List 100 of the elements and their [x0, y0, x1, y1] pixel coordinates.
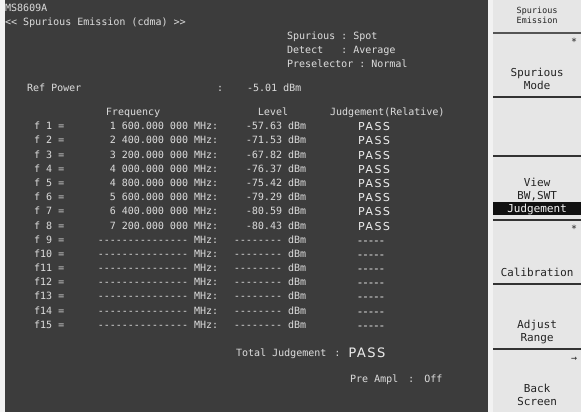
level-cell-text: -76.37 — [244, 162, 283, 177]
judgement-cell-text: ----- — [357, 262, 386, 276]
row-label: f11 = — [34, 262, 66, 276]
level-cell-text: -80.59 — [244, 205, 283, 220]
unit-cell-text: MHz: — [194, 304, 220, 319]
frequency-cell-text: 4 000.000 000 — [108, 162, 189, 177]
level-cell-text: -79.29 — [244, 191, 283, 206]
unit-cell-text: dBm — [288, 304, 308, 319]
level-cell-text: -57.63 — [244, 120, 283, 134]
unit-cell-text: dBm — [288, 234, 308, 248]
model-name: MS8609A — [5, 2, 48, 16]
frequency-cell-text: 3 200.000 000 — [108, 148, 189, 163]
row-label: f 9 = — [34, 234, 66, 248]
judgement-cell-text: PASS — [357, 176, 392, 191]
row-label: f13 = — [34, 290, 66, 304]
unit-cell-text: MHz: — [194, 162, 220, 177]
judgement-cell-text: PASS — [357, 191, 392, 206]
level-cell-text: -------- — [232, 304, 283, 319]
unit-cell-text: dBm — [288, 248, 308, 262]
level-cell-text: -75.42 — [244, 176, 283, 191]
unit-cell-text: dBm — [288, 134, 308, 148]
judgement-cell-text: ----- — [357, 304, 386, 319]
level-cell-text: -------- — [232, 318, 283, 333]
pre-ampl-value: Off — [424, 372, 442, 387]
judgement-cell-text: ----- — [357, 290, 386, 304]
judgement-cell-text: PASS — [357, 134, 392, 148]
ref-power-label: Ref Power — [27, 82, 82, 96]
unit-cell-text: dBm — [288, 276, 308, 290]
judgement-cell-text: PASS — [357, 205, 392, 220]
unit-cell-text: MHz: — [194, 205, 220, 220]
frequency-cell-text: 1 600.000 000 — [108, 120, 189, 134]
level-cell-text: -------- — [232, 262, 283, 276]
unit-cell-text: dBm — [288, 220, 308, 234]
unit-cell-text: dBm — [288, 205, 308, 220]
total-judgement-label: Total Judgement — [236, 346, 326, 361]
frequency-cell-text: 4 800.000 000 — [108, 176, 189, 191]
row-label: f 6 = — [34, 191, 66, 206]
unit-cell-text: MHz: — [194, 290, 220, 304]
frequency-cell-text: --------------- — [96, 276, 189, 290]
unit-cell-text: MHz: — [194, 176, 220, 191]
column-header: Frequency — [104, 106, 162, 120]
row-label: f 2 = — [34, 134, 66, 148]
separator: : — [334, 346, 340, 361]
judgement-cell-text: ----- — [357, 276, 386, 290]
setting-line: Spurious : Spot — [287, 30, 378, 44]
judgement-cell-text: PASS — [357, 120, 392, 134]
ref-power-value: -5.01 dBm — [247, 82, 302, 96]
judgement-cell-text: ----- — [357, 248, 386, 262]
row-label: f10 = — [34, 248, 66, 262]
column-header: Level — [256, 106, 288, 120]
unit-cell-text: dBm — [288, 191, 308, 206]
judgement-cell-text: ----- — [357, 234, 386, 248]
judgement-cell-text: PASS — [357, 220, 392, 234]
row-label: f 5 = — [34, 176, 66, 191]
total-judgement-value: PASS — [348, 346, 387, 361]
judgement-cell-text: PASS — [357, 162, 392, 177]
frequency-cell-text: --------------- — [96, 248, 189, 262]
frequency-cell-text: --------------- — [96, 304, 189, 319]
judgement-cell-text: ----- — [357, 318, 386, 333]
frequency-cell-text: --------------- — [96, 234, 189, 248]
row-label: f12 = — [34, 276, 66, 290]
unit-cell-text: MHz: — [194, 191, 220, 206]
frequency-cell-text: --------------- — [96, 318, 189, 333]
unit-cell-text: MHz: — [194, 234, 220, 248]
unit-cell-text: MHz: — [194, 148, 220, 163]
frequency-cell-text: 6 400.000 000 — [108, 205, 189, 220]
row-label: f15 = — [34, 318, 66, 333]
unit-cell-text: dBm — [288, 176, 308, 191]
column-header: Judgement(Relative) — [329, 106, 446, 120]
setting-line: Detect : Average — [287, 44, 396, 58]
separator: : — [217, 82, 224, 96]
unit-cell-text: dBm — [288, 290, 308, 304]
row-label: f 4 = — [34, 162, 66, 177]
unit-cell-text: MHz: — [194, 220, 220, 234]
frequency-cell-text: 7 200.000 000 — [108, 220, 189, 234]
row-label: f 8 = — [34, 220, 66, 234]
unit-cell-text: dBm — [288, 262, 308, 276]
unit-cell-text: MHz: — [194, 134, 220, 148]
softkey-option: Judgement — [493, 202, 581, 215]
row-label: f 7 = — [34, 205, 66, 220]
screen-title: << Spurious Emission (cdma) >> — [5, 16, 187, 30]
pre-ampl-label: Pre Ampl — [350, 372, 398, 387]
separator: : — [408, 372, 414, 387]
row-label: f 1 = — [34, 120, 66, 134]
unit-cell-text: MHz: — [194, 248, 220, 262]
level-cell-text: -------- — [232, 290, 283, 304]
level-cell-text: -------- — [232, 248, 283, 262]
level-cell-text: -------- — [232, 276, 283, 290]
level-cell-text: -80.43 — [244, 220, 283, 234]
row-label: f 3 = — [34, 148, 66, 163]
level-cell-text: -71.53 — [244, 134, 283, 148]
unit-cell-text: dBm — [288, 162, 308, 177]
unit-cell-text: MHz: — [194, 276, 220, 290]
setting-line: Preselector : Normal — [287, 58, 408, 72]
unit-cell-text: dBm — [288, 148, 308, 163]
row-label: f14 = — [34, 304, 66, 319]
unit-cell-text: dBm — [288, 318, 308, 333]
frequency-cell-text: 5 600.000 000 — [108, 191, 189, 206]
frequency-cell-text: --------------- — [96, 290, 189, 304]
level-cell-text: -67.82 — [244, 148, 283, 163]
